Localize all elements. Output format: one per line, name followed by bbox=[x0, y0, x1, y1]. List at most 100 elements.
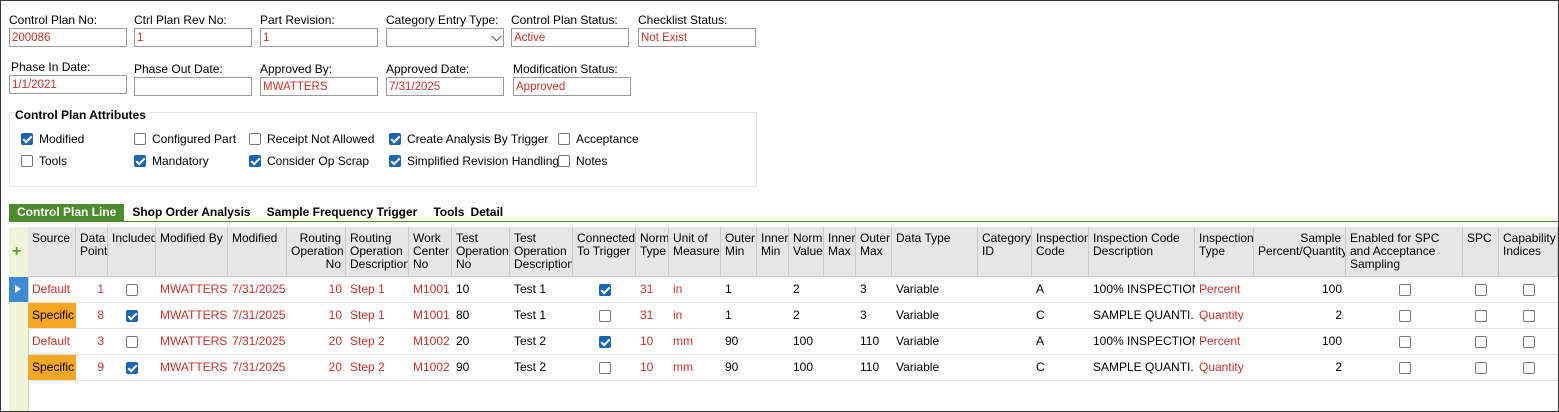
control-plan-no-input[interactable]: 200086 bbox=[9, 28, 127, 47]
cell-insp-code[interactable]: A bbox=[1032, 277, 1089, 302]
column-header-inner-min[interactable]: Inner Min bbox=[757, 227, 789, 277]
cell-routing-op-no[interactable]: 20 bbox=[287, 329, 346, 354]
attr-mandatory[interactable]: Mandatory bbox=[134, 154, 209, 168]
column-header-routing-op-desc[interactable]: Routing Operation Description bbox=[346, 227, 409, 277]
attr-modified-checkbox[interactable] bbox=[21, 133, 33, 145]
cell-uom[interactable]: in bbox=[669, 277, 721, 302]
cell-routing-op-desc[interactable]: Step 1 bbox=[346, 303, 409, 328]
cell-inner-max[interactable] bbox=[824, 355, 856, 380]
spc-checkbox[interactable] bbox=[1475, 335, 1487, 348]
cell-insp-code-desc[interactable]: 100% INSPECTION bbox=[1089, 329, 1195, 354]
checklist-status-input[interactable]: Not Exist bbox=[638, 28, 756, 47]
tab-sample-frequency-trigger[interactable]: Sample Frequency Trigger bbox=[259, 204, 426, 221]
attr-simplified-revision-handling-checkbox[interactable] bbox=[389, 155, 401, 167]
cell-outer-max[interactable]: 110 bbox=[856, 329, 892, 354]
column-header-test-op-desc[interactable]: Test Operation Description bbox=[510, 227, 573, 277]
attr-create-analysis-by-trigger-checkbox[interactable] bbox=[389, 133, 401, 145]
attr-consider-op-scrap-checkbox[interactable] bbox=[249, 155, 261, 167]
capability-checkbox[interactable] bbox=[1522, 309, 1535, 322]
cell-routing-op-desc[interactable]: Step 2 bbox=[346, 355, 409, 380]
column-header-outer-min[interactable]: Outer Min bbox=[721, 227, 757, 277]
approved-date-input[interactable]: 7/31/2025 bbox=[386, 77, 504, 96]
cell-norm-value[interactable]: 2 bbox=[789, 303, 824, 328]
approved-by-input[interactable]: MWATTERS bbox=[260, 77, 378, 96]
cell-inner-max[interactable] bbox=[824, 277, 856, 302]
cell-insp-code-desc[interactable]: 100% INSPECTION bbox=[1089, 277, 1195, 302]
cell-test-op-desc[interactable]: Test 1 bbox=[510, 303, 573, 328]
control-plan-status-input[interactable]: Active bbox=[511, 28, 629, 47]
tab-tools[interactable]: Tools bbox=[425, 204, 468, 221]
phase-out-date-input[interactable] bbox=[134, 77, 252, 96]
cell-work-center[interactable]: M1001 bbox=[409, 277, 452, 302]
cell-insp-code[interactable]: A bbox=[1032, 329, 1089, 354]
cell-routing-op-desc[interactable]: Step 1 bbox=[346, 277, 409, 302]
column-header-source[interactable]: Source bbox=[28, 227, 76, 277]
column-header-category-id[interactable]: Category ID bbox=[978, 227, 1032, 277]
spc-enabled-checkbox[interactable] bbox=[1398, 309, 1411, 322]
tab-control-plan-line[interactable]: Control Plan Line bbox=[9, 204, 125, 221]
column-header-data-point[interactable]: Data Point bbox=[76, 227, 108, 277]
cell-uom[interactable]: in bbox=[669, 303, 721, 328]
spc-checkbox[interactable] bbox=[1475, 361, 1487, 374]
cell-test-op-desc[interactable]: Test 2 bbox=[510, 355, 573, 380]
column-header-work-center[interactable]: Work Center No bbox=[409, 227, 452, 277]
cell-uom[interactable]: mm bbox=[669, 329, 721, 354]
included-checkbox[interactable] bbox=[126, 309, 138, 322]
cell-routing-op-desc[interactable]: Step 2 bbox=[346, 329, 409, 354]
cell-routing-op-no[interactable]: 10 bbox=[287, 277, 346, 302]
cell-test-op-no[interactable]: 80 bbox=[452, 303, 510, 328]
attr-acceptance[interactable]: Acceptance bbox=[558, 132, 639, 146]
cell-data-point[interactable]: 8 bbox=[76, 303, 108, 328]
cell-data-type[interactable]: Variable bbox=[892, 303, 978, 328]
column-header-capability[interactable]: Capability Indices bbox=[1499, 227, 1558, 277]
cell-insp-code-desc[interactable]: SAMPLE QUANTI... bbox=[1089, 303, 1195, 328]
cell-norm-type[interactable]: 31 bbox=[636, 303, 669, 328]
cell-insp-type[interactable]: Quantity bbox=[1195, 303, 1254, 328]
attr-configured-part-checkbox[interactable] bbox=[134, 133, 146, 145]
cell-routing-op-no[interactable]: 10 bbox=[287, 303, 346, 328]
attr-notes[interactable]: Notes bbox=[558, 154, 607, 168]
connected-checkbox[interactable] bbox=[598, 283, 611, 296]
cell-modified[interactable]: 7/31/2025 bbox=[228, 277, 287, 302]
column-header-inner-max[interactable]: Inner Max bbox=[824, 227, 856, 277]
connected-checkbox[interactable] bbox=[598, 309, 611, 322]
attr-configured-part[interactable]: Configured Part bbox=[134, 132, 236, 146]
spc-enabled-checkbox[interactable] bbox=[1398, 283, 1411, 296]
cell-modified-by[interactable]: MWATTERS bbox=[156, 277, 228, 302]
capability-checkbox[interactable] bbox=[1522, 335, 1535, 348]
cell-category-id[interactable] bbox=[978, 277, 1032, 302]
cell-source[interactable]: Specific bbox=[28, 355, 76, 380]
column-header-outer-max[interactable]: Outer Max bbox=[856, 227, 892, 277]
cell-data-type[interactable]: Variable bbox=[892, 329, 978, 354]
cell-outer-min[interactable]: 90 bbox=[721, 329, 757, 354]
attr-mandatory-checkbox[interactable] bbox=[134, 155, 146, 167]
included-checkbox[interactable] bbox=[126, 283, 138, 296]
column-header-spc-enabled[interactable]: Enabled for SPC and Acceptance Sampling bbox=[1346, 227, 1463, 277]
cell-category-id[interactable] bbox=[978, 355, 1032, 380]
attr-tools[interactable]: Tools bbox=[21, 154, 67, 168]
cell-insp-code[interactable]: C bbox=[1032, 355, 1089, 380]
column-header-included[interactable]: Included bbox=[108, 227, 156, 277]
attr-simplified-revision-handling[interactable]: Simplified Revision Handling bbox=[389, 154, 559, 168]
cell-outer-max[interactable]: 3 bbox=[856, 277, 892, 302]
cell-norm-type[interactable]: 10 bbox=[636, 329, 669, 354]
cell-category-id[interactable] bbox=[978, 329, 1032, 354]
cell-inner-min[interactable] bbox=[757, 329, 789, 354]
column-header-test-op-no[interactable]: Test Operation No bbox=[452, 227, 510, 277]
cell-sample[interactable]: 2 bbox=[1254, 303, 1346, 328]
capability-checkbox[interactable] bbox=[1522, 283, 1535, 296]
cell-outer-min[interactable]: 1 bbox=[721, 303, 757, 328]
cell-source[interactable]: Default bbox=[28, 277, 76, 302]
cell-modified[interactable]: 7/31/2025 bbox=[228, 329, 287, 354]
cell-test-op-desc[interactable]: Test 1 bbox=[510, 277, 573, 302]
attr-modified[interactable]: Modified bbox=[21, 132, 84, 146]
cell-work-center[interactable]: M1002 bbox=[409, 329, 452, 354]
column-header-spc[interactable]: SPC bbox=[1463, 227, 1499, 277]
column-header-uom[interactable]: Unit of Measure bbox=[669, 227, 721, 277]
capability-checkbox[interactable] bbox=[1522, 361, 1535, 374]
cell-sample[interactable]: 2 bbox=[1254, 355, 1346, 380]
attr-consider-op-scrap[interactable]: Consider Op Scrap bbox=[249, 154, 369, 168]
cell-insp-type[interactable]: Percent bbox=[1195, 277, 1254, 302]
cell-norm-value[interactable]: 100 bbox=[789, 355, 824, 380]
cell-inner-min[interactable] bbox=[757, 355, 789, 380]
